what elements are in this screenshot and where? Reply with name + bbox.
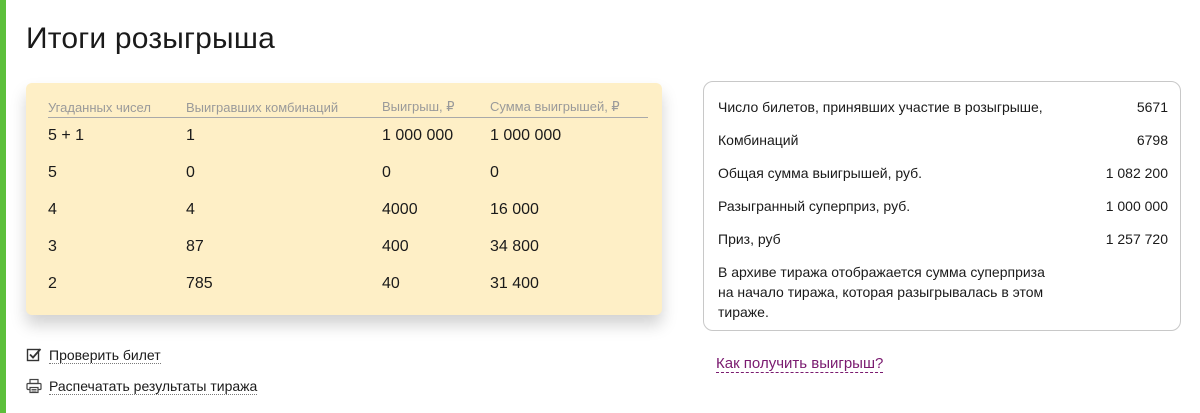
cell-total: 34 800 [490,237,539,255]
cell-combinations: 1 [186,127,195,144]
stats-note-line: на начало тиража, которая разыгрывалась … [718,284,1044,300]
header-prize: Выигрыш, ₽ [382,97,490,118]
stat-value: 6798 [1136,132,1168,148]
how-to-get-prize-link[interactable]: Как получить выигрыш? [716,355,884,373]
cell-prize: 1 000 000 [382,127,454,144]
cell-combinations: 785 [186,274,213,292]
stat-label: Число билетов, принявших участие в розыг… [718,99,1043,115]
cell-prize: 400 [382,237,409,255]
cell-total: 16 000 [490,200,539,218]
check-ticket-label: Проверить билет [49,346,161,364]
stat-value: 1 000 000 [1105,198,1168,214]
stat-value: 1 257 720 [1105,231,1168,247]
stat-row-superprize: Разыгранный суперприз, руб. 1 000 000 [718,198,1168,218]
cell-guessed: 5 [48,163,57,181]
cell-combinations: 4 [186,200,195,218]
stats-card: Число билетов, принявших участие в розыг… [703,81,1181,331]
cell-guessed: 3 [48,237,57,255]
table-row: 2 785 40 31 400 [48,265,648,302]
stat-row-tickets: Число билетов, принявших участие в розыг… [718,99,1168,119]
stat-value: 5671 [1136,99,1168,115]
cell-combinations: 0 [186,163,195,181]
cell-combinations: 87 [186,237,204,255]
table-row: 5 + 1 1 1 000 000 1 000 000 [48,118,648,155]
stat-row-combinations: Комбинаций 6798 [718,132,1168,152]
table-row: 5 0 0 0 [48,154,648,191]
cell-total: 0 [490,163,499,181]
stat-row-prize: Приз, руб 1 257 720 [718,231,1168,251]
check-ticket-link[interactable]: Проверить билет [26,345,161,365]
printer-icon [26,378,42,394]
page-title: Итоги розыгрыша [26,22,275,55]
print-results-link[interactable]: Распечатать результаты тиража [26,376,258,396]
results-table: Угаданных чисел Выигравших комбинаций Вы… [48,97,648,302]
print-results-label: Распечатать результаты тиража [49,377,258,395]
stat-label: Комбинаций [718,132,799,148]
table-row: 4 4 4000 16 000 [48,191,648,228]
stat-label: Общая сумма выигрышей, руб. [718,165,923,181]
stat-label: Приз, руб [718,231,781,247]
table-row: 3 87 400 34 800 [48,228,648,265]
stat-value: 1 082 200 [1105,165,1168,181]
stats-note: В архиве тиража отображается сумма супер… [718,262,1058,322]
cell-total: 1 000 000 [490,127,562,144]
stats-note-line: В архиве тиража отображается сумма супер… [718,264,1045,280]
cell-prize: 0 [382,163,391,181]
cell-guessed: 5 + 1 [48,127,85,144]
cell-prize: 40 [382,274,400,292]
header-combinations: Выигравших комбинаций [186,97,382,118]
header-guessed: Угаданных чисел [48,97,186,118]
header-total: Сумма выигрышей, ₽ [490,97,648,118]
accent-bar [0,0,6,413]
table-header-row: Угаданных чисел Выигравших комбинаций Вы… [48,97,648,118]
cell-guessed: 2 [48,274,57,292]
checkbox-icon [26,347,42,363]
cell-prize: 4000 [382,200,418,218]
cell-total: 31 400 [490,274,539,292]
stat-row-total-winnings: Общая сумма выигрышей, руб. 1 082 200 [718,165,1168,185]
results-card: Угаданных чисел Выигравших комбинаций Вы… [26,83,662,315]
stats-note-line: тираже. [718,304,769,320]
stat-label: Разыгранный суперприз, руб. [718,198,911,214]
cell-guessed: 4 [48,200,57,218]
